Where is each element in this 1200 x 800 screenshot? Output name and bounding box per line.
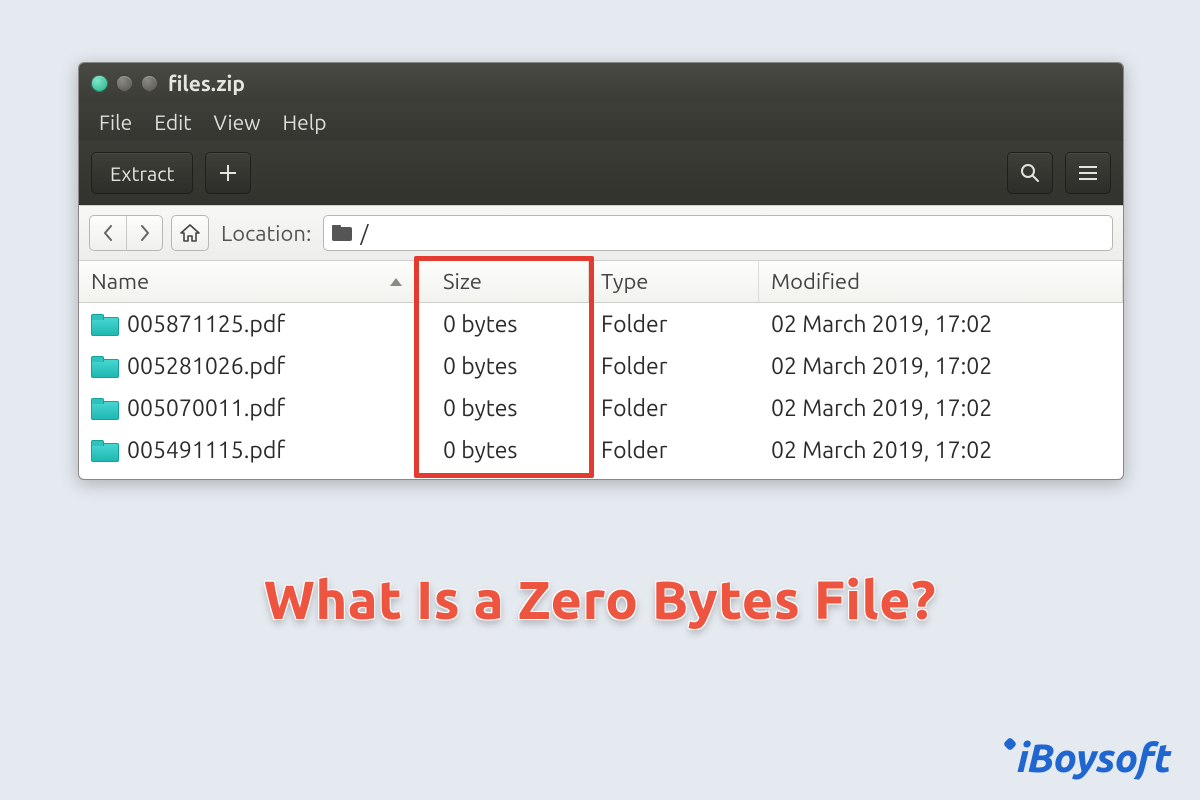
table-row[interactable]: 005871125.pdf 0 bytesFolder02 March 2019,…	[79, 303, 1123, 345]
cell-size: 0 bytes	[419, 438, 589, 463]
hamburger-icon	[1079, 166, 1097, 180]
window-title: files.zip	[168, 71, 245, 95]
add-button[interactable]	[205, 152, 251, 194]
caption-text: What Is a Zero Bytes File?	[264, 570, 936, 630]
table-body: 005871125.pdf0 bytesFolder02 March 2019,…	[79, 303, 1123, 471]
column-header-type[interactable]: Type	[589, 261, 759, 302]
minimize-window-button[interactable]	[116, 75, 133, 92]
menubar: File Edit View Help	[79, 103, 1123, 141]
menu-edit[interactable]: Edit	[144, 106, 201, 138]
table-row[interactable]: 005281026.pdf 0 bytesFolder02 March 2019,…	[79, 345, 1123, 387]
cell-name: 005281026.pdf	[79, 354, 419, 379]
location-path: /	[360, 221, 368, 246]
folder-icon	[332, 225, 352, 241]
nav-group	[89, 215, 163, 251]
cell-modified: 02 March 2019, 17:02	[759, 354, 1123, 379]
extract-button[interactable]: Extract	[91, 152, 193, 194]
folder-icon	[91, 314, 117, 334]
home-button[interactable]	[171, 215, 209, 251]
brand-text: iBoysoft	[1017, 735, 1170, 780]
plus-icon	[219, 164, 237, 182]
file-name: 005491115.pdf	[127, 438, 285, 463]
titlebar: files.zip	[79, 63, 1123, 103]
cell-type: Folder	[589, 396, 759, 421]
chevron-right-icon	[140, 225, 150, 241]
menu-view[interactable]: View	[203, 106, 270, 138]
chevron-left-icon	[103, 225, 113, 241]
table-row[interactable]: 005491115.pdf 0 bytesFolder02 March 2019,…	[79, 429, 1123, 471]
file-name: 005070011.pdf	[127, 396, 285, 421]
column-header-size[interactable]: Size	[419, 261, 589, 302]
cell-size: 0 bytes	[419, 396, 589, 421]
menu-file[interactable]: File	[89, 106, 142, 138]
cell-type: Folder	[589, 354, 759, 379]
maximize-window-button[interactable]	[141, 75, 158, 92]
cell-modified: 02 March 2019, 17:02	[759, 396, 1123, 421]
table-header: Name Size Type Modified	[79, 261, 1123, 303]
toolbar: Extract	[79, 141, 1123, 205]
cell-type: Folder	[589, 438, 759, 463]
cell-type: Folder	[589, 312, 759, 337]
home-icon	[180, 224, 200, 242]
cell-modified: 02 March 2019, 17:02	[759, 438, 1123, 463]
file-table: Name Size Type Modified 005871125.pdf 0 b…	[79, 261, 1123, 479]
search-icon	[1020, 163, 1040, 183]
location-label: Location:	[217, 221, 315, 246]
folder-icon	[91, 356, 117, 376]
file-name: 005871125.pdf	[127, 312, 285, 337]
folder-icon	[91, 398, 117, 418]
location-bar: Location: /	[79, 205, 1123, 261]
search-button[interactable]	[1007, 152, 1053, 194]
table-row[interactable]: 005070011.pdf 0 bytesFolder02 March 2019,…	[79, 387, 1123, 429]
brand-dot-icon	[1003, 737, 1017, 751]
cell-name: 005491115.pdf	[79, 438, 419, 463]
column-header-name[interactable]: Name	[79, 261, 419, 302]
cell-size: 0 bytes	[419, 312, 589, 337]
menu-help[interactable]: Help	[272, 106, 336, 138]
cell-name: 005871125.pdf	[79, 312, 419, 337]
location-input[interactable]: /	[323, 215, 1113, 251]
nav-forward-button[interactable]	[126, 216, 162, 250]
nav-back-button[interactable]	[90, 216, 126, 250]
cell-name: 005070011.pdf	[79, 396, 419, 421]
brand-logo: iBoysoft	[1005, 735, 1170, 780]
cell-size: 0 bytes	[419, 354, 589, 379]
column-header-modified[interactable]: Modified	[759, 261, 1123, 302]
close-window-button[interactable]	[91, 75, 108, 92]
hamburger-menu-button[interactable]	[1065, 152, 1111, 194]
archive-window: files.zip File Edit View Help Extract	[78, 62, 1124, 480]
folder-icon	[91, 440, 117, 460]
window-controls	[91, 75, 158, 92]
cell-modified: 02 March 2019, 17:02	[759, 312, 1123, 337]
file-name: 005281026.pdf	[127, 354, 285, 379]
